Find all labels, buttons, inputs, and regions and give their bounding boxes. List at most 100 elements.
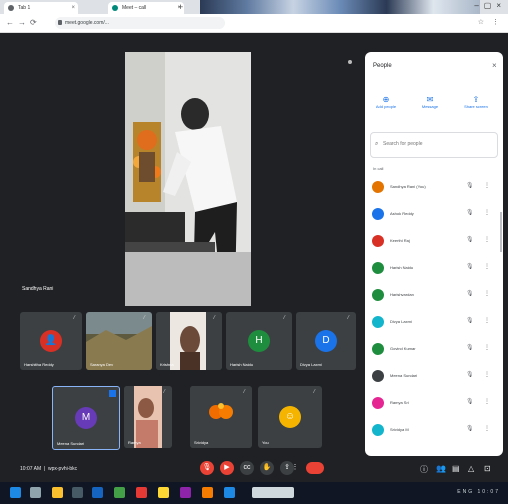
avatar: D bbox=[315, 330, 337, 352]
message-button[interactable]: ✉ Message bbox=[412, 95, 448, 109]
mic-off-icon: ⁄ bbox=[164, 389, 165, 395]
taskbar-app-icon[interactable] bbox=[224, 487, 235, 498]
more-options-icon[interactable]: ⋮ bbox=[484, 236, 490, 243]
more-options-icon[interactable]: ⋮ bbox=[484, 290, 490, 297]
participant-tile[interactable]: ⁄ Saranya Dev bbox=[86, 312, 152, 370]
participant-tile[interactable]: ⁄ Ramya bbox=[124, 386, 172, 448]
more-options-icon[interactable]: ⋮ bbox=[484, 425, 490, 432]
participant-name: Harishvardan bbox=[390, 292, 414, 297]
lock-icon[interactable]: ⊡ bbox=[484, 464, 491, 473]
participant-tile[interactable]: M Meena Sundari bbox=[52, 386, 120, 450]
extension-icons[interactable]: ☆ ⋮ bbox=[478, 18, 502, 26]
browser-tab-1[interactable]: Tab 1 × bbox=[4, 2, 78, 14]
mic-off-icon: ⁄ bbox=[314, 389, 315, 395]
present-icon: ⇪ bbox=[472, 95, 480, 104]
taskbar-app-icon[interactable] bbox=[92, 487, 103, 498]
reload-icon[interactable]: ⟳ bbox=[30, 18, 37, 27]
tile-name: You bbox=[262, 440, 269, 445]
start-button-icon[interactable] bbox=[10, 487, 21, 498]
participant-row[interactable]: Divya Laxmi 🎙 ⋮ bbox=[370, 313, 498, 333]
raise-hand-button[interactable]: ✋ bbox=[260, 461, 274, 475]
avatar bbox=[372, 424, 384, 436]
url-text: meet.google.com/... bbox=[65, 20, 109, 26]
participant-tile[interactable]: 👤 ⁄ Harshitha Reddy bbox=[20, 312, 82, 370]
spotlight-participant-name: Sandhya Rani bbox=[22, 286, 54, 292]
more-options-icon[interactable] bbox=[348, 60, 352, 64]
more-options-icon[interactable]: ⋮ bbox=[484, 317, 490, 324]
new-tab-button[interactable]: + bbox=[178, 2, 183, 12]
share-screen-button[interactable]: ⇪ Share screen bbox=[458, 95, 494, 109]
url-input[interactable]: meet.google.com/... bbox=[55, 17, 225, 29]
people-search-box[interactable]: ⌕ bbox=[370, 132, 498, 158]
mic-toggle-button[interactable]: 🎙 bbox=[200, 461, 214, 475]
mic-icon[interactable]: 🎙 bbox=[466, 344, 474, 351]
meeting-time: 10:07 AM | wpx-pvhi-bkc bbox=[20, 466, 78, 472]
search-input[interactable] bbox=[383, 141, 483, 147]
participant-tile[interactable]: H ⁄ Harish Naidu bbox=[226, 312, 292, 370]
panel-scrollbar[interactable] bbox=[500, 212, 502, 252]
mic-icon[interactable]: 🎙 bbox=[466, 398, 474, 405]
chrome-icon[interactable] bbox=[158, 487, 169, 498]
camera-toggle-button[interactable]: ▶ bbox=[220, 461, 234, 475]
more-options-icon[interactable]: ⋮ bbox=[484, 371, 490, 378]
mic-icon[interactable]: 🎙 bbox=[466, 425, 474, 432]
taskbar-app-icon[interactable] bbox=[114, 487, 125, 498]
taskbar-app-icon[interactable] bbox=[136, 487, 147, 498]
captions-button[interactable]: cc bbox=[240, 461, 254, 475]
avatar: ☺ bbox=[279, 406, 301, 428]
mic-icon[interactable]: 🎙 bbox=[466, 263, 474, 270]
mic-off-icon: ⁄ bbox=[284, 315, 285, 321]
mic-icon[interactable]: 🎙 bbox=[466, 209, 474, 216]
more-options-icon[interactable]: ⋮ bbox=[484, 344, 490, 351]
participant-row[interactable]: Meena Sundari 🎙 ⋮ bbox=[370, 367, 498, 387]
more-options-icon[interactable]: ⋮ bbox=[484, 263, 490, 270]
mic-icon[interactable]: 🎙 bbox=[466, 290, 474, 297]
participant-row[interactable]: Keerthi Raj 🎙 ⋮ bbox=[370, 232, 498, 252]
add-people-button[interactable]: ⊕ Add people bbox=[368, 95, 404, 109]
mic-icon[interactable]: 🎙 bbox=[466, 182, 474, 189]
window-controls[interactable]: –▢× bbox=[474, 1, 506, 10]
activities-icon[interactable]: △ bbox=[468, 464, 474, 473]
participant-tile[interactable]: D ⁄ Divya Laxmi bbox=[296, 312, 356, 370]
more-options-icon[interactable]: ⋮ bbox=[484, 182, 490, 189]
tile-name: Saranya Dev bbox=[90, 362, 114, 367]
person-add-icon: ⊕ bbox=[382, 95, 390, 104]
participant-row[interactable]: Harishvardan 🎙 ⋮ bbox=[370, 286, 498, 306]
info-icon[interactable]: ⓘ bbox=[420, 464, 428, 475]
taskbar-app-icon[interactable] bbox=[72, 487, 83, 498]
people-icon[interactable]: 👥 bbox=[436, 464, 446, 473]
participant-tile[interactable]: ⁄ Srividya bbox=[190, 386, 252, 448]
participant-row[interactable]: Srividya M 🎙 ⋮ bbox=[370, 421, 498, 441]
mic-icon[interactable]: 🎙 bbox=[466, 317, 474, 324]
close-icon[interactable]: × bbox=[71, 2, 75, 14]
back-icon[interactable]: ← bbox=[6, 18, 14, 27]
tab-label: Tab 1 bbox=[18, 5, 31, 11]
participant-row[interactable]: Ashok Reddy 🎙 ⋮ bbox=[370, 205, 498, 225]
taskbar-app-icon[interactable] bbox=[202, 487, 213, 498]
mic-icon[interactable]: 🎙 bbox=[466, 371, 474, 378]
participant-tile[interactable]: ☺ ⁄ You bbox=[258, 386, 322, 448]
more-options-icon[interactable]: ⋮ bbox=[290, 461, 300, 475]
participant-name: Ashok Reddy bbox=[390, 211, 414, 216]
forward-icon[interactable]: → bbox=[18, 18, 26, 27]
chat-icon[interactable]: ▤ bbox=[452, 464, 460, 473]
meeting-code: wpx-pvhi-bkc bbox=[48, 466, 78, 472]
search-icon[interactable] bbox=[30, 487, 41, 498]
more-options-icon[interactable]: ⋮ bbox=[484, 209, 490, 216]
participant-row[interactable]: Ramya Sri 🎙 ⋮ bbox=[370, 394, 498, 414]
participant-row[interactable]: Sandhya Rani (You) 🎙 ⋮ bbox=[370, 178, 498, 198]
mic-icon[interactable]: 🎙 bbox=[466, 236, 474, 243]
more-options-icon[interactable]: ⋮ bbox=[484, 398, 490, 405]
browser-tab-2[interactable]: Meet – call × bbox=[108, 2, 184, 14]
file-explorer-icon[interactable] bbox=[52, 487, 63, 498]
participant-name: Ramya Sri bbox=[390, 400, 409, 405]
end-call-button[interactable] bbox=[306, 462, 324, 474]
participant-row[interactable]: Govind Kumar 🎙 ⋮ bbox=[370, 340, 498, 360]
tile-name: Srividya bbox=[194, 440, 209, 445]
participant-row[interactable]: Harish Naidu 🎙 ⋮ bbox=[370, 259, 498, 279]
participant-name: Govind Kumar bbox=[390, 346, 416, 351]
participant-tile[interactable]: ⁄ Krishna bbox=[156, 312, 222, 370]
close-icon[interactable]: × bbox=[492, 61, 497, 70]
taskbar-window-preview[interactable] bbox=[252, 487, 294, 498]
taskbar-app-icon[interactable] bbox=[180, 487, 191, 498]
